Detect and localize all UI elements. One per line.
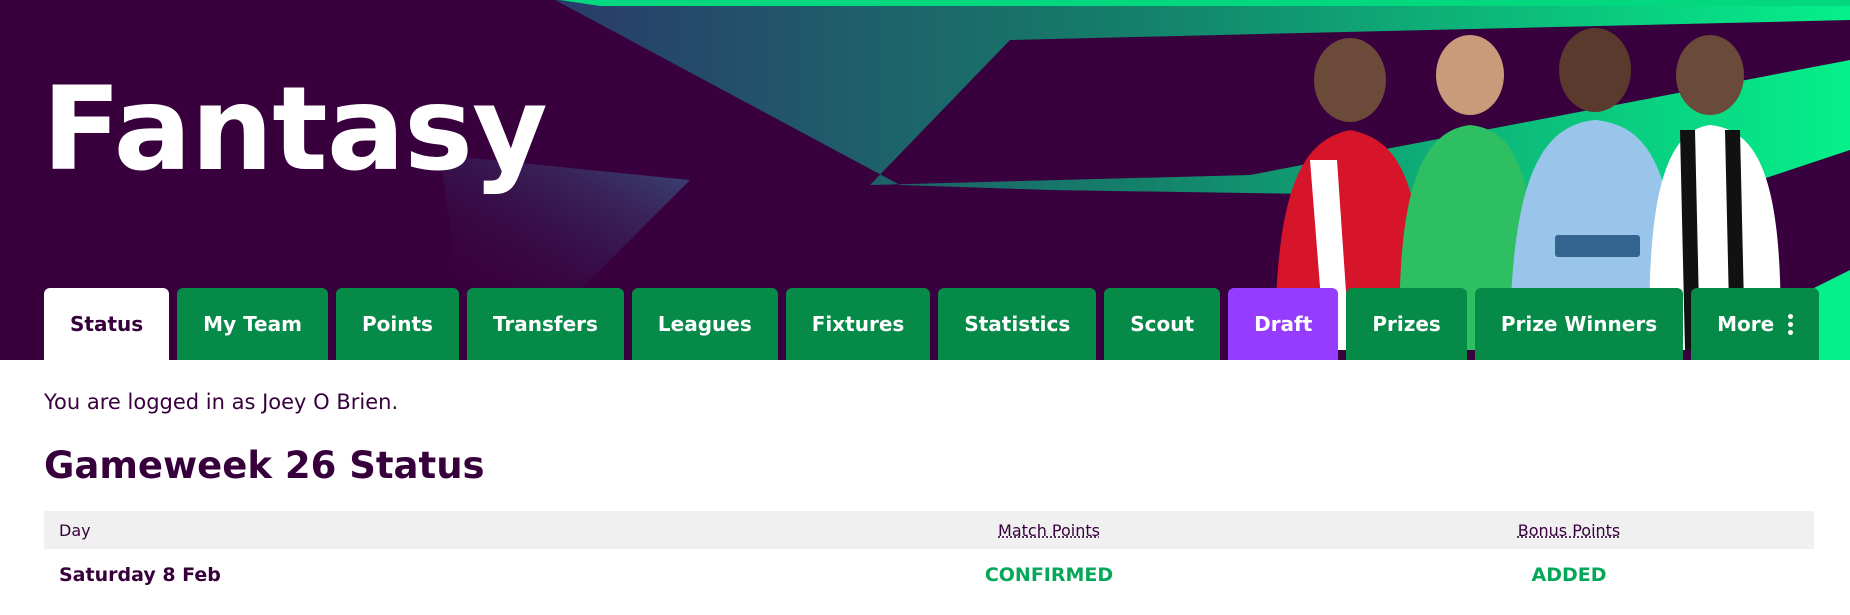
page-title: Gameweek 26 Status	[44, 444, 485, 487]
hero-banner: Fantasy Status My Team Points Transfers …	[0, 0, 1850, 360]
gameweek-status-table: Day Match Points Bonus Points Saturday 8…	[44, 511, 1814, 601]
row-match-points-status: CONFIRMED	[984, 564, 1114, 586]
tab-more[interactable]: More	[1691, 288, 1820, 360]
tab-statistics[interactable]: Statistics	[938, 288, 1097, 360]
fantasy-logo-text: Fantasy	[42, 62, 548, 197]
tab-leagues[interactable]: Leagues	[631, 288, 778, 360]
column-header-match-points: Match Points	[774, 511, 1324, 549]
more-vertical-icon	[1788, 313, 1794, 335]
tab-points[interactable]: Points	[335, 288, 459, 360]
tab-my-team[interactable]: My Team	[177, 288, 328, 360]
tab-prizes[interactable]: Prizes	[1346, 288, 1467, 360]
main-content: You are logged in as Joey O Brien. Gamew…	[0, 390, 1850, 601]
tab-status[interactable]: Status	[44, 288, 170, 360]
tab-fixtures[interactable]: Fixtures	[785, 288, 931, 360]
table-header-row: Day Match Points Bonus Points	[44, 511, 1814, 549]
tab-scout[interactable]: Scout	[1104, 288, 1221, 360]
column-header-day: Day	[44, 511, 774, 549]
main-nav: Status My Team Points Transfers Leagues …	[44, 288, 1820, 360]
row-day: Saturday 8 Feb	[59, 564, 221, 586]
tab-prize-winners[interactable]: Prize Winners	[1474, 288, 1684, 360]
tab-more-label: More	[1717, 312, 1775, 336]
row-bonus-points-status: ADDED	[1531, 564, 1607, 586]
login-status-text: You are logged in as Joey O Brien.	[44, 390, 399, 414]
tab-transfers[interactable]: Transfers	[466, 288, 624, 360]
column-header-bonus-points: Bonus Points	[1324, 511, 1814, 549]
table-row: Saturday 8 Feb CONFIRMED ADDED	[44, 549, 1814, 601]
tab-draft[interactable]: Draft	[1228, 288, 1339, 360]
